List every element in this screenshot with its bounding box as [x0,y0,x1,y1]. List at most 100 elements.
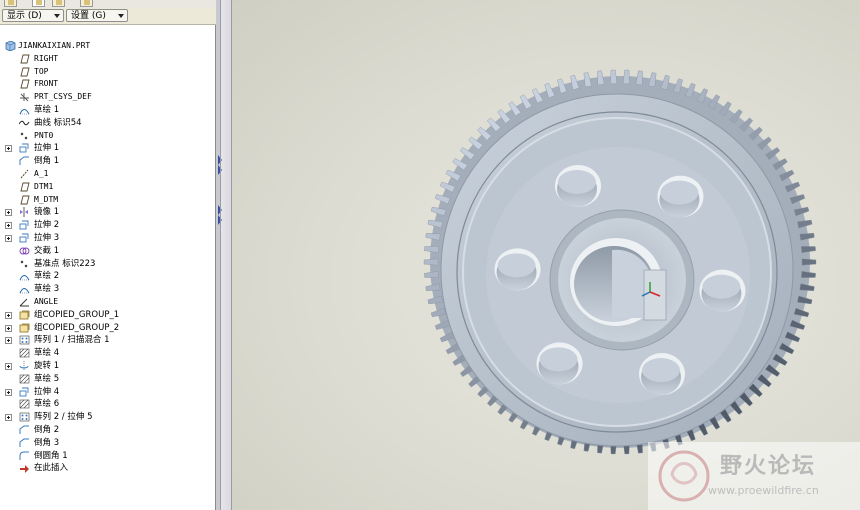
tree-item[interactable]: 阵列 1 / 扫描混合 1 [0,334,214,347]
tree-item[interactable]: FRONT [0,78,214,91]
tree-item-label: ANGLE [34,296,59,306]
tree-item-label: 镜像 1 [34,207,60,218]
lightening-hole [494,248,541,291]
tree-item[interactable]: PRT_CSYS_DEF [0,91,214,104]
mirror-icon [20,207,28,218]
lightening-hole [657,175,704,218]
collapse-handles [216,0,222,510]
tree-item-label: 阵列 1 / 扫描混合 1 [34,335,110,346]
tab-model-tree[interactable] [32,0,45,7]
tree-item[interactable]: 组COPIED_GROUP_1 [0,309,214,322]
expand-toggle-icon[interactable] [5,311,12,319]
tree-item-label: 倒角 2 [34,424,60,435]
tree-item[interactable]: 拉伸 4 [0,386,214,399]
tree-item[interactable]: TOP [0,66,214,79]
group-icon [19,323,30,332]
tab-favorites[interactable] [52,0,65,7]
history-icon [84,0,90,5]
watermark: 野火论坛 www.proewildfire.cn [648,442,860,510]
watermark-url: www.proewildfire.cn [708,484,819,497]
tree-item[interactable]: 草绘 2 [0,270,214,283]
gear-tooth [801,258,817,266]
tree-item-label: 草绘 3 [34,284,60,295]
tree-item[interactable]: 阵列 2 / 拉伸 5 [0,411,214,424]
pattern-icon [19,412,30,422]
tree-item[interactable]: 基准点 标识223 [0,258,214,271]
part-icon [5,41,16,51]
tree-item[interactable]: ANGLE [0,296,214,309]
group-icon [19,310,30,320]
tree-root[interactable]: JIANKAIXIAN.PRT [0,40,214,53]
chevron-down-icon [54,14,60,18]
model-tree-panel: 显示 (D) 设置 (G) JIANKAIXIAN.PRT RIGHT TOP FR… [0,0,216,510]
tree-item-label: 组COPIED_GROUP_1 [34,309,120,320]
tree-item[interactable]: 曲线 标识54 [0,117,214,130]
extrude-icon [19,220,29,230]
tree-menubar: 显示 (D) 设置 (G) [0,8,216,25]
lightening-hole [536,342,583,385]
expand-toggle-icon[interactable] [5,414,12,422]
gear-tooth [801,271,816,278]
gear-tooth [801,246,816,253]
folder-icon [8,0,14,5]
expand-toggle-icon[interactable] [5,222,12,230]
graphics-viewport[interactable]: 野火论坛 www.proewildfire.cn [232,0,860,510]
tree-item[interactable]: 交截 1 [0,245,214,258]
gear-model [423,69,817,455]
tree-item-label: 草绘 6 [34,399,60,410]
angle-icon [19,298,29,307]
expand-toggle-icon[interactable] [5,324,12,332]
expand-toggle-icon[interactable] [5,337,12,345]
tree-item[interactable]: 旋转 1 [0,360,214,373]
tree-item[interactable]: A_1 [0,168,214,181]
tree-item-label: 旋转 1 [34,360,60,371]
tree-item[interactable]: 在此插入 [0,462,214,475]
tree-item[interactable]: 草绘 3 [0,283,214,296]
tree-item[interactable]: 镜像 1 [0,206,214,219]
tree-item[interactable]: 草绘 6 [0,398,214,411]
tree-item[interactable]: 草绘 4 [0,347,214,360]
tree-item[interactable]: 倒角 1 [0,155,214,168]
tree-item[interactable]: 草绘 1 [0,104,214,117]
tree-item[interactable]: 拉伸 3 [0,232,214,245]
tree-item[interactable]: 拉伸 1 [0,142,214,155]
lightening-hole [699,269,746,312]
sketch-icon [19,275,30,281]
tree-item[interactable]: 拉伸 2 [0,219,214,232]
gear-tooth [423,258,439,266]
expand-toggle-icon[interactable] [5,234,12,242]
tree-item[interactable]: DTM1 [0,181,214,194]
tree-item-label: M_DTM [34,194,59,204]
tree-item[interactable]: M_DTM [0,194,214,207]
sketch-icon [19,288,30,294]
tree-item-label: 组COPIED_GROUP_2 [34,322,120,333]
tree-item[interactable]: 草绘 5 [0,373,214,386]
tree-item-label: PRT_CSYS_DEF [34,92,92,102]
tab-history[interactable] [80,0,93,7]
tree-item[interactable]: PNT0 [0,130,214,143]
display-menu-button[interactable]: 显示 (D) [2,9,64,22]
expand-toggle-icon[interactable] [5,145,12,153]
panel-splitter[interactable] [216,0,232,510]
tree-item[interactable]: 组COPIED_GROUP_2 [0,322,214,335]
tree-item[interactable]: 倒角 3 [0,437,214,450]
pattern-icon [19,335,30,345]
lightening-hole [555,164,602,207]
insert-here-arrow-icon [20,465,29,474]
tab-folder[interactable] [4,0,17,7]
expand-toggle-icon[interactable] [5,388,12,396]
tree-item-label: 倒角 1 [34,156,60,167]
tree-item-label: PNT0 [34,130,54,140]
tree-item-label: 草绘 1 [34,104,60,115]
datum-axis-icon [20,169,29,179]
gear-tooth [622,69,630,85]
settings-menu-button[interactable]: 设置 (G) [66,9,128,22]
datum-point-icon [20,260,28,267]
tree-item[interactable]: RIGHT [0,53,214,66]
expand-toggle-icon[interactable] [5,209,12,217]
tree-item-label: TOP [34,66,49,76]
tree-item[interactable]: 倒圆角 1 [0,450,214,463]
expand-toggle-icon[interactable] [5,362,12,370]
tree-item-label: 交截 1 [34,245,60,256]
tree-item[interactable]: 倒角 2 [0,424,214,437]
